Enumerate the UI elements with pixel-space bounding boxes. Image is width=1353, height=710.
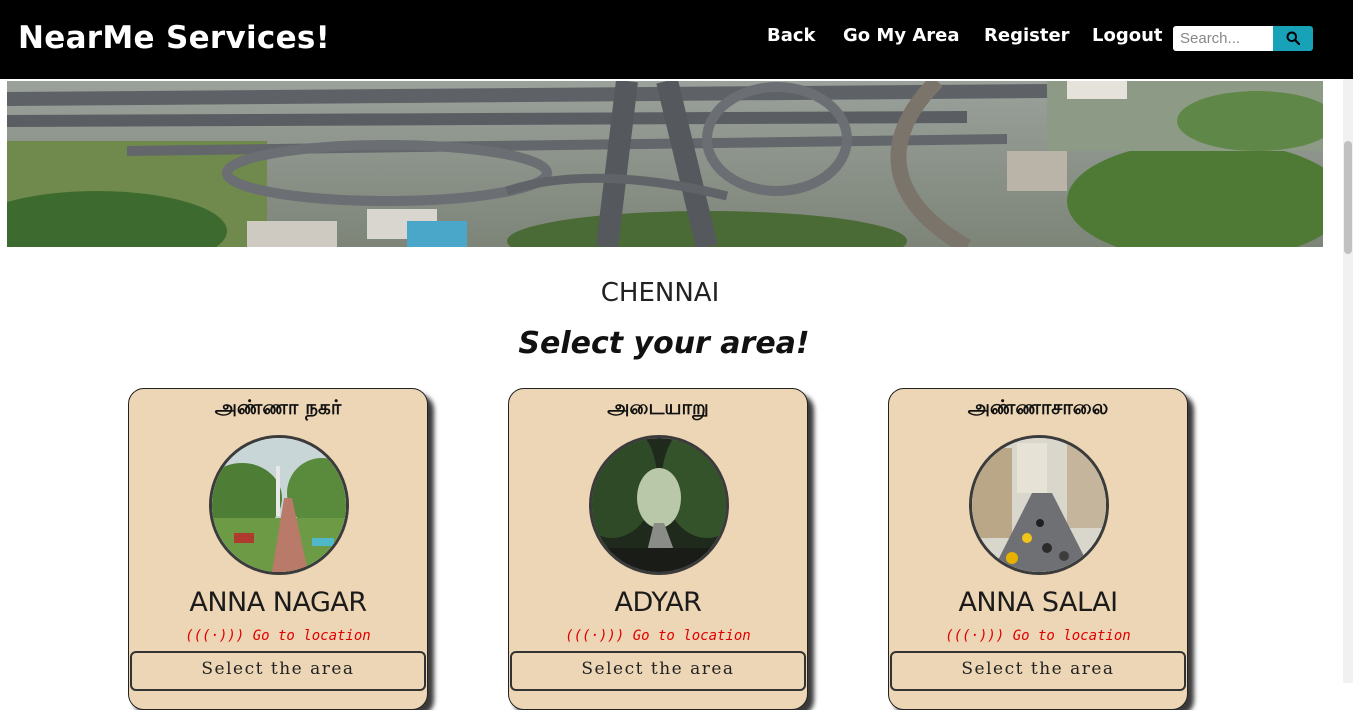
area-tamil-name: அண்ணா நகர் (214, 395, 342, 419)
go-to-location-link[interactable]: (((·))) Go to location (509, 628, 807, 644)
select-area-button[interactable]: Select the area (130, 651, 426, 691)
scrollbar-thumb[interactable] (1344, 141, 1352, 254)
search-input[interactable] (1173, 26, 1273, 51)
area-name: ANNA SALAI (958, 587, 1118, 618)
area-tamil-name: அண்ணாசாலை (967, 395, 1109, 419)
area-name: ANNA NAGAR (189, 587, 367, 618)
search-button[interactable] (1273, 26, 1313, 51)
area-photo (209, 435, 349, 575)
area-tamil-name: அடையாறு (607, 395, 709, 419)
nav-register[interactable]: Register (984, 25, 1070, 46)
go-to-location-link[interactable]: (((·))) Go to location (889, 628, 1187, 644)
go-to-location-link[interactable]: (((·))) Go to location (129, 628, 427, 644)
area-card-anna-salai: அண்ணாசாலை ANNA SALAI (((·))) Go to locat… (888, 388, 1188, 710)
nav-logout[interactable]: Logout (1092, 25, 1163, 46)
area-card-adyar: அடையாறு ADYAR (((·))) Go to location Sel… (508, 388, 808, 710)
page-scrollbar[interactable] (1343, 79, 1353, 683)
select-area-heading: Select your area! (518, 326, 810, 361)
search-icon (1286, 31, 1300, 45)
select-area-button[interactable]: Select the area (890, 651, 1186, 691)
area-photo (589, 435, 729, 575)
city-title: CHENNAI (600, 278, 720, 308)
nav-back[interactable]: Back (767, 25, 816, 46)
banner-image (7, 81, 1323, 247)
brand-logo[interactable]: NearMe Services! (18, 20, 330, 56)
select-area-button[interactable]: Select the area (510, 651, 806, 691)
area-card-anna-nagar: அண்ணா நகர் ANNA NAGAR (((·))) Go to loca… (128, 388, 428, 710)
nav-go-my-area[interactable]: Go My Area (843, 25, 959, 46)
area-photo (969, 435, 1109, 575)
navbar: NearMe Services! Back Go My Area Registe… (0, 0, 1353, 79)
area-name: ADYAR (614, 587, 702, 618)
